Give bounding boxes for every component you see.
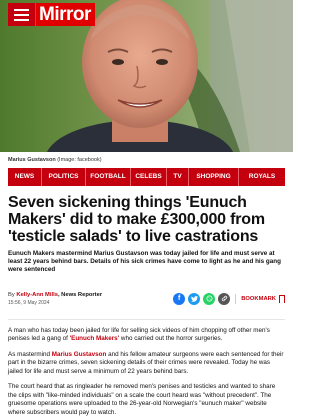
facebook-icon[interactable]: f (173, 292, 186, 305)
paragraph-2-text-a: As mastermind (8, 350, 52, 358)
hamburger-icon[interactable] (8, 3, 36, 26)
whatsapp-icon[interactable] (203, 292, 216, 305)
nav-item-tv[interactable]: TV (167, 168, 189, 186)
author-link[interactable]: Kelly-Ann Mills (16, 292, 58, 298)
section-nav: NEWS POLITICS FOOTBALL CELEBS TV SHOPPIN… (8, 168, 285, 186)
byline-divider (8, 318, 285, 320)
paragraph-1-text-b: who carried out the horror surgeries. (119, 335, 223, 343)
paragraph-3: The court heard that as ringleader he re… (8, 383, 276, 416)
article-headline: Seven sickening things 'Eunuch Makers' d… (8, 194, 265, 245)
link-icon[interactable] (218, 292, 231, 305)
caption-name: Marius Gustavson (8, 157, 56, 163)
byline-row: By Kelly-Ann Mills, News Reporter 15:56,… (0, 275, 293, 309)
bookmark-icon (279, 294, 285, 306)
bookmark-label: BOOKMARK (241, 295, 276, 302)
eunuch-makers-link[interactable]: 'Eunuch Makers' (70, 335, 120, 342)
author-role: , News Reporter (57, 291, 103, 298)
nav-item-shopping[interactable]: SHOPPING (189, 168, 239, 186)
byline: By Kelly-Ann Mills, News Reporter 15:56,… (8, 291, 102, 307)
mirror-logo[interactable]: Mirror (36, 3, 95, 26)
marius-gustavson-link[interactable]: Marius Gustavson (52, 351, 107, 358)
nav-item-news[interactable]: NEWS (8, 168, 42, 186)
publish-date: 15:56, 9 May 2024 (8, 299, 50, 306)
hero-image: Mirror (0, 0, 293, 152)
share-bar: f BOOKMARK (173, 292, 285, 306)
paragraph-2: As mastermind Marius Gustavson and his f… (8, 351, 285, 377)
bookmark-button[interactable]: BOOKMARK (241, 294, 285, 306)
nav-item-football[interactable]: FOOTBALL (86, 168, 131, 186)
nav-item-politics[interactable]: POLITICS (42, 168, 86, 186)
article-body: A man who has today been jailed for life… (0, 327, 293, 418)
caption-credit: (Image: facebook) (55, 157, 102, 163)
nav-item-royals[interactable]: ROYALS (239, 168, 285, 186)
article-standfirst: Eunuch Makers mastermind Marius Gustavso… (8, 250, 281, 274)
image-caption: Marius Gustavson (Image: facebook) (0, 152, 293, 164)
nav-item-celebs[interactable]: CELEBS (131, 168, 167, 186)
twitter-icon[interactable] (188, 292, 201, 305)
share-divider (235, 293, 237, 304)
top-bar: Mirror (8, 3, 95, 26)
paragraph-1: A man who has today been jailed for life… (8, 327, 285, 344)
